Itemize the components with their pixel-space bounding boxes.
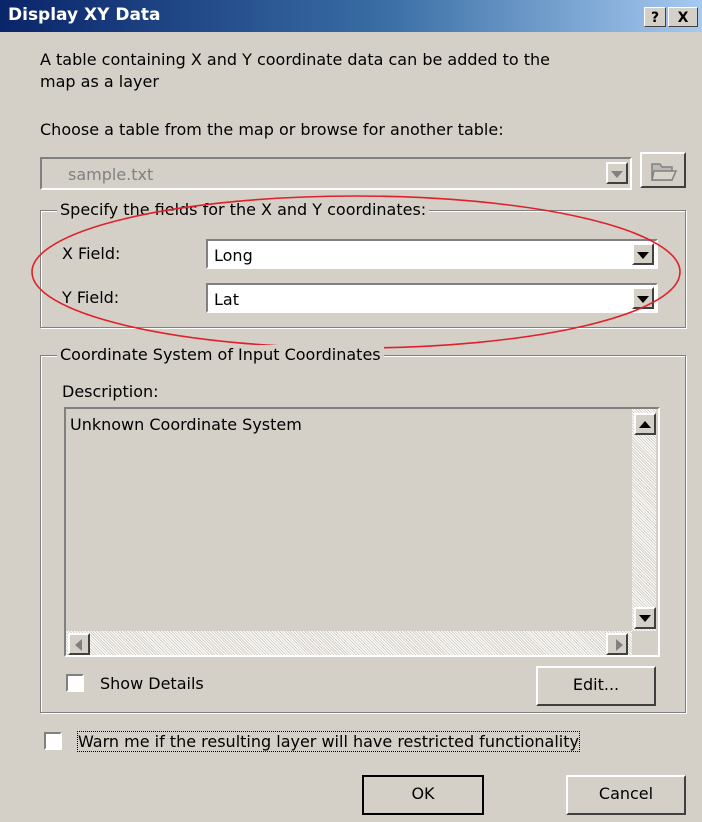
intro-line-1: A table containing X and Y coordinate da… [40,50,551,69]
show-details-label[interactable]: Show Details [100,674,204,693]
open-folder-icon [651,163,678,181]
warn-checkbox[interactable] [44,732,62,750]
warn-checkbox-label[interactable]: Warn me if the resulting layer will have… [77,731,580,752]
scroll-up-button[interactable] [634,413,656,435]
description-label: Description: [62,382,159,401]
coordinate-legend: Coordinate System of Input Coordinates [57,345,384,364]
table-select-value: sample.txt [68,165,154,184]
chevron-up-icon [639,421,651,428]
close-button[interactable]: X [668,7,698,27]
annotation-ellipse [31,195,681,349]
edit-button[interactable]: Edit... [536,666,656,706]
chevron-left-icon [75,639,82,651]
description-text: Unknown Coordinate System [70,415,302,434]
chevron-down-icon [611,171,623,178]
ok-button[interactable]: OK [362,775,484,815]
chevron-down-icon [639,615,651,622]
title-bar: Display XY Data ? X [0,0,702,32]
chevron-right-icon [616,639,623,651]
table-dropdown-button[interactable] [606,162,628,184]
intro-line-2: map as a layer [40,72,159,91]
description-box[interactable]: Unknown Coordinate System [64,407,660,657]
scroll-left-button[interactable] [68,633,90,655]
browse-button[interactable] [640,152,686,188]
table-prompt: Choose a table from the map or browse fo… [40,120,504,139]
window-title: Display XY Data [8,5,161,25]
scroll-right-button[interactable] [606,633,628,655]
horizontal-scrollbar[interactable] [66,631,632,655]
show-details-checkbox[interactable] [66,674,84,692]
scroll-down-button[interactable] [634,607,656,629]
table-select[interactable]: sample.txt [40,157,632,190]
vertical-scrollbar[interactable] [632,409,656,631]
help-button[interactable]: ? [644,7,666,27]
cancel-button[interactable]: Cancel [566,775,686,815]
